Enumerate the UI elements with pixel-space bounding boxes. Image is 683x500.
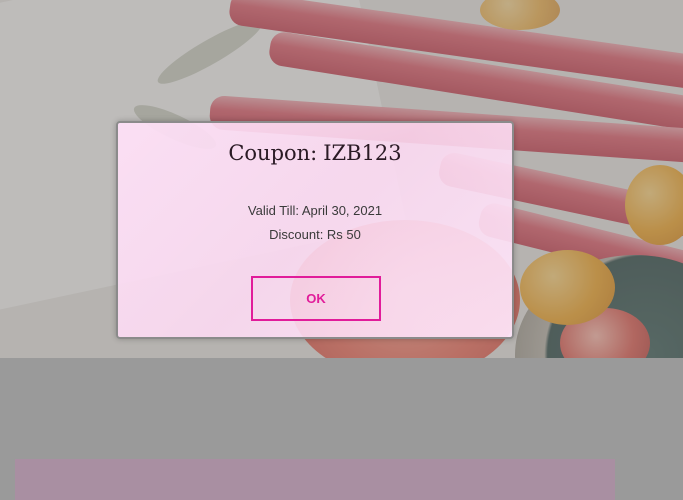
ok-button[interactable]: OK [251, 276, 381, 321]
coupon-discount: Discount: Rs 50 [269, 227, 361, 242]
bottom-banner [15, 459, 615, 500]
coupon-valid-till: Valid Till: April 30, 2021 [247, 203, 383, 218]
coupon-title-prefix: Coupon: [228, 141, 318, 165]
coupon-title: Coupon: IZB123 [118, 141, 512, 165]
coupon-code: IZB123 [323, 141, 402, 165]
coupon-dialog: Coupon: IZB123 Valid Till: April 30, 2021… [116, 121, 514, 339]
